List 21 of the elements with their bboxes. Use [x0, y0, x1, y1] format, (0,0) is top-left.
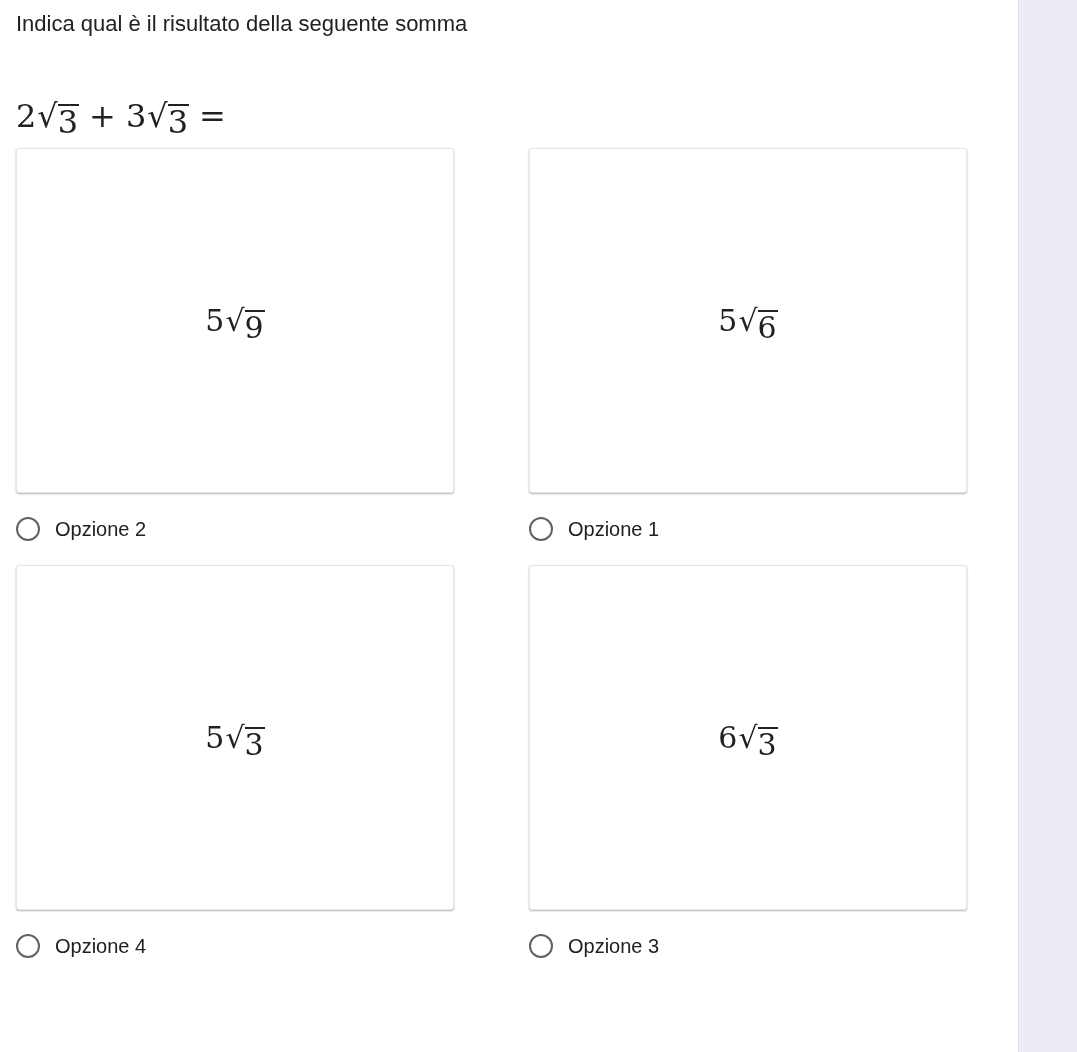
option-label: Opzione 2: [55, 517, 147, 542]
math-expression: 5√6: [718, 302, 778, 343]
option-label: Opzione 4: [55, 934, 147, 959]
math-operator: +: [89, 96, 116, 137]
radio-option[interactable]: Opzione 3: [529, 934, 660, 958]
radio-button[interactable]: [16, 517, 40, 541]
math-expression: 5√9: [205, 302, 265, 343]
math-expression: 5√3: [205, 719, 265, 760]
radio-option[interactable]: Opzione 4: [16, 934, 147, 958]
radio-button[interactable]: [16, 934, 40, 958]
option-label: Opzione 3: [568, 934, 660, 959]
question-text: Indica qual è il risultato della seguente somma: [16, 10, 469, 38]
math-expression: 2√3: [16, 96, 80, 140]
radio-button[interactable]: [529, 517, 553, 541]
radio-option[interactable]: Opzione 2: [16, 517, 147, 541]
math-expression: 6√3: [718, 719, 778, 760]
math-expression: 3√3: [125, 96, 190, 140]
radio-button[interactable]: [529, 934, 553, 958]
radio-option[interactable]: Opzione 1: [529, 517, 660, 541]
math-operator: =: [199, 96, 226, 137]
option-label: Opzione 1: [568, 517, 660, 542]
